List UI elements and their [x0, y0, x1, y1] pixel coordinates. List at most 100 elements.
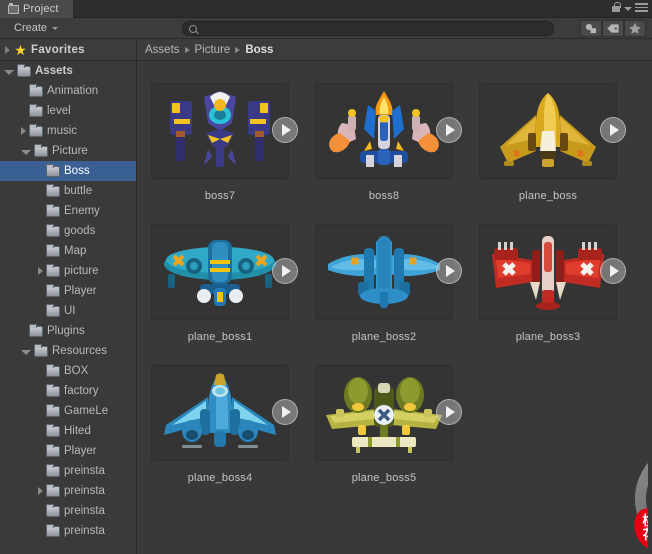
chevron-right-icon[interactable] — [5, 46, 10, 54]
folder-icon — [46, 283, 60, 297]
folder-icon — [29, 323, 43, 337]
play-icon[interactable] — [600, 117, 626, 143]
play-icon[interactable] — [272, 399, 298, 425]
chevron-down-icon[interactable] — [21, 150, 31, 155]
asset-thumbnail[interactable] — [314, 220, 462, 324]
asset-thumbnail-frame — [479, 83, 617, 179]
tree-item-player[interactable]: Player — [0, 281, 136, 301]
tree-item-label: UI — [64, 305, 76, 317]
chevron-right-icon[interactable] — [38, 267, 43, 275]
tab-project[interactable]: Project — [0, 0, 74, 18]
tree-item-music[interactable]: music — [0, 121, 136, 141]
folder-icon — [46, 503, 60, 517]
asset-item[interactable]: boss8 — [302, 61, 466, 202]
tab-project-label: Project — [23, 3, 59, 15]
filter-favorites-button[interactable] — [624, 20, 646, 37]
tree-item-enemy[interactable]: Enemy — [0, 201, 136, 221]
tree-item-hited[interactable]: Hited — [0, 421, 136, 441]
tree-item-preinsta[interactable]: preinsta — [0, 461, 136, 481]
filter-by-type-button[interactable] — [580, 20, 602, 37]
tree-item-picture[interactable]: picture — [0, 261, 136, 281]
tree-item-resources[interactable]: Resources — [0, 341, 136, 361]
asset-grid-panel[interactable]: boss7 boss8 plane_boss plane_boss1 plane… — [138, 61, 652, 554]
tree-item-factory[interactable]: factory — [0, 381, 136, 401]
tree-item-buttle[interactable]: buttle — [0, 181, 136, 201]
asset-grid: boss7 boss8 plane_boss plane_boss1 plane… — [138, 61, 652, 484]
tree-item-label: preinsta — [64, 465, 105, 477]
asset-item[interactable]: plane_boss1 — [138, 202, 302, 343]
asset-thumbnail[interactable] — [150, 220, 298, 324]
asset-thumbnail-image — [492, 236, 604, 310]
asset-item[interactable]: plane_boss2 — [302, 202, 466, 343]
tree-item-label: Plugins — [47, 325, 85, 337]
folder-icon — [46, 523, 60, 537]
tree-item-gamele[interactable]: GameLe — [0, 401, 136, 421]
tree-item-ui[interactable]: UI — [0, 301, 136, 321]
filter-buttons — [580, 20, 646, 37]
lock-icon[interactable] — [611, 2, 621, 13]
asset-item[interactable]: plane_boss5 — [302, 343, 466, 484]
chevron-right-icon[interactable] — [21, 127, 26, 135]
folder-icon — [46, 203, 60, 217]
asset-thumbnail[interactable] — [150, 361, 298, 465]
search-icon — [189, 24, 197, 33]
asset-thumbnail[interactable] — [150, 79, 298, 183]
chevron-right-icon[interactable] — [38, 487, 43, 495]
asset-item[interactable]: plane_boss3 — [466, 202, 630, 343]
asset-thumbnail-frame — [151, 83, 289, 179]
tree-item-preinsta[interactable]: preinsta — [0, 481, 136, 501]
tree-item-preinsta[interactable]: preinsta — [0, 501, 136, 521]
tree-item-label: buttle — [64, 185, 93, 197]
asset-thumbnail[interactable] — [314, 79, 462, 183]
chevron-down-icon[interactable] — [21, 350, 31, 355]
navigation-header: ★ Favorites Assets Picture Boss — [0, 39, 652, 61]
breadcrumb-item-picture[interactable]: Picture — [195, 44, 231, 56]
play-icon[interactable] — [600, 258, 626, 284]
tree-item-goods[interactable]: goods — [0, 221, 136, 241]
tree-item-label: preinsta — [64, 525, 105, 537]
chevron-down-icon[interactable] — [4, 70, 14, 75]
play-icon[interactable] — [436, 117, 462, 143]
asset-item[interactable]: plane_boss — [466, 61, 630, 202]
tree-item-preinsta[interactable]: preinsta — [0, 521, 136, 541]
play-icon[interactable] — [272, 117, 298, 143]
asset-thumbnail-frame — [479, 224, 617, 320]
search-input[interactable] — [197, 22, 553, 35]
tree-item-boss[interactable]: Boss — [0, 161, 136, 181]
play-icon[interactable] — [272, 258, 298, 284]
tree-item-player[interactable]: Player — [0, 441, 136, 461]
asset-item[interactable]: boss7 — [138, 61, 302, 202]
search-field[interactable] — [182, 21, 554, 36]
folder-icon — [46, 263, 60, 277]
breadcrumb: Assets Picture Boss — [137, 39, 273, 61]
play-icon[interactable] — [436, 258, 462, 284]
breadcrumb-item-assets[interactable]: Assets — [145, 44, 180, 56]
tree-item-box[interactable]: BOX — [0, 361, 136, 381]
asset-thumbnail-image — [164, 240, 276, 306]
tree-item-label: Animation — [47, 85, 99, 97]
chevron-down-icon[interactable] — [624, 7, 632, 11]
tree-item-label: preinsta — [64, 485, 105, 497]
asset-item-label: plane_boss4 — [187, 472, 253, 484]
play-icon[interactable] — [436, 399, 462, 425]
tree-item-picture[interactable]: Picture — [0, 141, 136, 161]
folder-tree[interactable]: Assets Animation level music Picture Boss butt… — [0, 61, 137, 554]
asset-item-label: boss8 — [368, 190, 400, 202]
hamburger-menu-icon[interactable] — [635, 3, 648, 12]
tree-item-map[interactable]: Map — [0, 241, 136, 261]
folder-icon — [46, 183, 60, 197]
create-button[interactable]: Create — [8, 21, 64, 36]
favorites-row[interactable]: ★ Favorites — [0, 39, 137, 61]
asset-thumbnail[interactable] — [478, 79, 626, 183]
asset-thumbnail[interactable] — [314, 361, 462, 465]
folder-icon — [46, 163, 60, 177]
asset-item[interactable]: plane_boss4 — [138, 343, 302, 484]
breadcrumb-item-boss[interactable]: Boss — [245, 44, 273, 56]
tree-item-level[interactable]: level — [0, 101, 136, 121]
filter-by-label-button[interactable] — [602, 20, 624, 37]
tree-item-assets[interactable]: Assets — [0, 61, 136, 81]
asset-thumbnail[interactable] — [478, 220, 626, 324]
tree-item-animation[interactable]: Animation — [0, 81, 136, 101]
vertical-scrollbar[interactable] — [648, 61, 652, 554]
tree-item-plugins[interactable]: Plugins — [0, 321, 136, 341]
